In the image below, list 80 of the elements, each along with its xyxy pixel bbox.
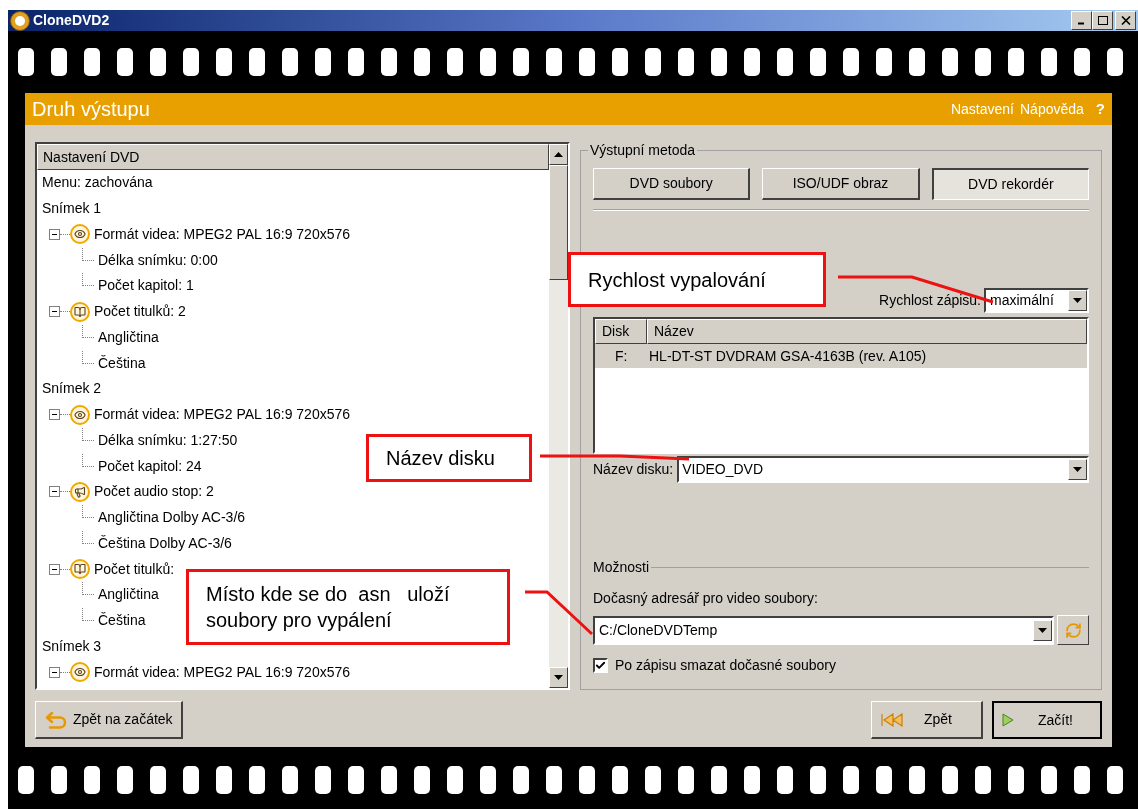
speed-select[interactable]: maximální — [984, 288, 1089, 313]
start-button[interactable]: Začít! — [992, 701, 1102, 739]
eye-icon — [70, 404, 90, 425]
tree-item[interactable]: Angličtina — [98, 326, 159, 348]
collapse-icon[interactable] — [49, 563, 60, 575]
temp-folder-label: Dočasný adresář pro video soubory: — [593, 589, 819, 608]
caret-icon — [554, 675, 563, 680]
callout: Rychlost vypalování — [568, 252, 826, 307]
eye-icon — [70, 662, 90, 683]
play-icon — [1002, 713, 1014, 727]
caret-icon — [554, 152, 563, 157]
recorder-row[interactable]: F: HL-DT-ST DVDRAM GSA-4163B (rev. A105) — [595, 344, 1087, 368]
collapse-icon[interactable] — [49, 666, 60, 678]
callout: Název disku — [366, 434, 532, 482]
window-title: CloneDVD2 — [33, 11, 110, 30]
tree-item[interactable]: Počet titulků: — [94, 558, 175, 580]
group-title: Výstupní metoda — [588, 142, 698, 158]
book-icon — [70, 301, 90, 322]
tree-item[interactable]: Čeština — [98, 352, 146, 374]
return-arrow-icon — [44, 709, 68, 730]
collapse-icon[interactable] — [49, 409, 60, 421]
collapse-icon[interactable] — [49, 228, 60, 240]
tree-item[interactable]: Délka snímku: 1:27:50 — [98, 429, 238, 451]
app-icon — [10, 10, 30, 31]
tree-item[interactable]: Počet titulků: 2 — [94, 301, 186, 323]
caret-icon — [1038, 627, 1047, 633]
home-button[interactable]: Zpět na začátek — [35, 701, 183, 739]
speed-label: Rychlost zápisu: — [879, 291, 981, 310]
tree-item[interactable]: Počet kapitol: 1 — [98, 275, 194, 297]
leader-line — [525, 590, 594, 636]
caret-icon — [1073, 298, 1082, 303]
tree-item[interactable]: Počet kapitol: 24 — [98, 455, 202, 477]
collapse-icon[interactable] — [49, 306, 60, 318]
book-icon — [70, 559, 90, 580]
tree-item[interactable]: Čeština — [98, 610, 146, 632]
tree-item[interactable]: Formát videa: MPEG2 PAL 16:9 720x576 — [94, 661, 351, 683]
tree-item[interactable]: Formát videa: MPEG2 PAL 16:9 720x576 — [94, 223, 351, 245]
tree-item[interactable]: Čeština Dolby AC-3/6 — [98, 532, 232, 554]
caret-icon — [1073, 467, 1082, 472]
method-button[interactable]: DVD rekordér — [931, 168, 1089, 200]
disc-name-field[interactable]: VIDEO_DVD — [677, 456, 1089, 483]
group-title: Možnosti — [593, 558, 650, 577]
temp-folder-field[interactable]: C:/CloneDVDTemp — [593, 615, 1054, 645]
method-button[interactable]: ISO/UDF obraz — [762, 168, 920, 200]
tree-item[interactable]: Délka snímku: 0:00 — [98, 249, 218, 271]
scrollbar[interactable] — [549, 144, 568, 688]
megaphone-icon — [70, 481, 90, 502]
scroll-up-button[interactable] — [549, 144, 568, 165]
table-cell-text: HL-DT-ST DVDRAM GSA-4163B (rev. A105) — [648, 346, 927, 366]
maximize-button[interactable] — [1092, 11, 1113, 30]
table-cell-text: F: — [614, 346, 629, 366]
checkbox-label: Po zápisu smazat dočasné soubory — [615, 656, 836, 675]
column-header[interactable]: Název — [647, 319, 1087, 344]
callout: Místo kde se do asn uloží soubory pro vypálení — [186, 569, 510, 645]
tree-item[interactable]: Počet audio stop: 2 — [94, 481, 214, 503]
tree-item[interactable]: Snímek 1 — [42, 198, 102, 220]
tree-item[interactable]: Snímek 3 — [42, 635, 102, 657]
section-title: Druh výstupu — [32, 97, 150, 122]
maximize-icon — [1097, 16, 1108, 25]
refresh-button[interactable] — [1057, 615, 1089, 645]
collapse-icon[interactable] — [49, 486, 60, 498]
tree-item[interactable]: Angličtina Dolby AC-3/6 — [98, 507, 246, 529]
close-button[interactable] — [1115, 11, 1136, 30]
tree-item[interactable]: Angličtina — [98, 584, 159, 606]
eye-icon — [70, 224, 90, 245]
checkbox[interactable] — [593, 658, 608, 673]
tree-header: Nastavení DVD — [37, 144, 549, 170]
disc-name-label: Název disku: — [593, 460, 674, 479]
method-button[interactable]: DVD soubory — [593, 168, 751, 200]
scroll-down-button[interactable] — [549, 667, 568, 688]
tree-item[interactable]: Menu: zachována — [42, 172, 153, 194]
column-header[interactable]: Disk — [595, 319, 647, 344]
tree-item[interactable]: Snímek 2 — [42, 378, 102, 400]
rewind-icon — [880, 712, 906, 727]
refresh-icon — [1064, 621, 1082, 639]
scroll-thumb[interactable] — [549, 165, 568, 280]
minimize-button[interactable] — [1071, 11, 1092, 30]
close-icon — [1120, 16, 1131, 25]
tree-item[interactable]: Formát videa: MPEG2 PAL 16:9 720x576 — [94, 404, 351, 426]
back-button[interactable]: Zpět — [871, 701, 983, 739]
